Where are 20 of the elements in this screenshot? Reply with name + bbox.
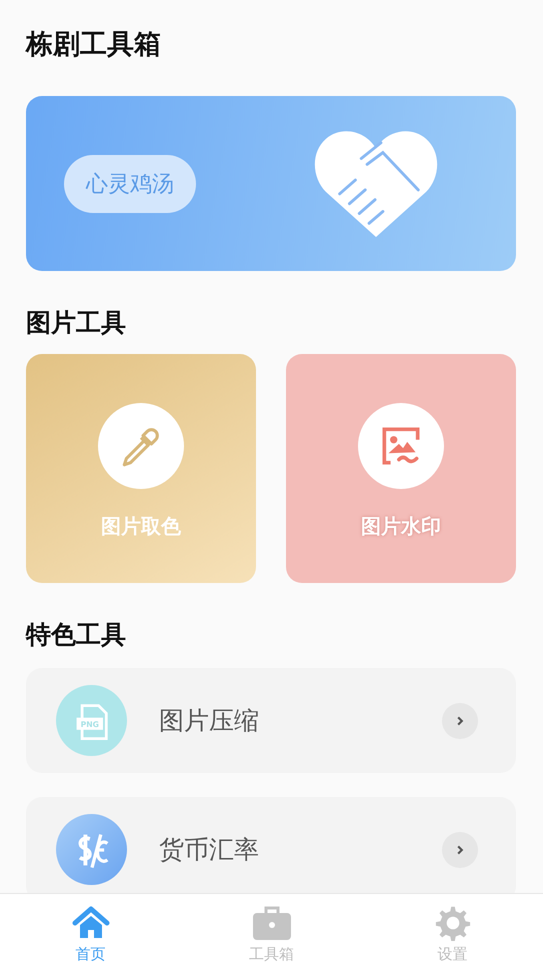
chevron-icon [442,832,478,868]
banner-card[interactable]: 心灵鸡汤 [26,96,516,271]
feature-row[interactable]: 货币汇率 [26,797,516,893]
section-title: 图片工具 [26,307,127,339]
tool-label: 图片取色 [101,513,181,540]
app-title: 栋剧工具箱 [26,28,162,62]
tool-label: 图片水印 [361,513,441,540]
section-title: 特色工具 [26,619,127,651]
feature-label: 图片压缩 [159,705,260,737]
tab-item[interactable]: 设置 [362,894,543,974]
tab-item[interactable]: 首页 [0,894,181,974]
briefcase-icon [252,904,292,940]
banner-tag: 心灵鸡汤 [64,154,196,212]
tool-card[interactable]: 图片水印 [286,354,516,583]
feature-label: 货币汇率 [159,834,260,866]
tool-card[interactable]: 图片取色 [26,354,256,583]
chevron-icon [442,702,478,738]
handshake-heart-icon [312,128,440,238]
home-icon [70,904,110,940]
tab-item[interactable]: 工具箱 [181,894,362,974]
